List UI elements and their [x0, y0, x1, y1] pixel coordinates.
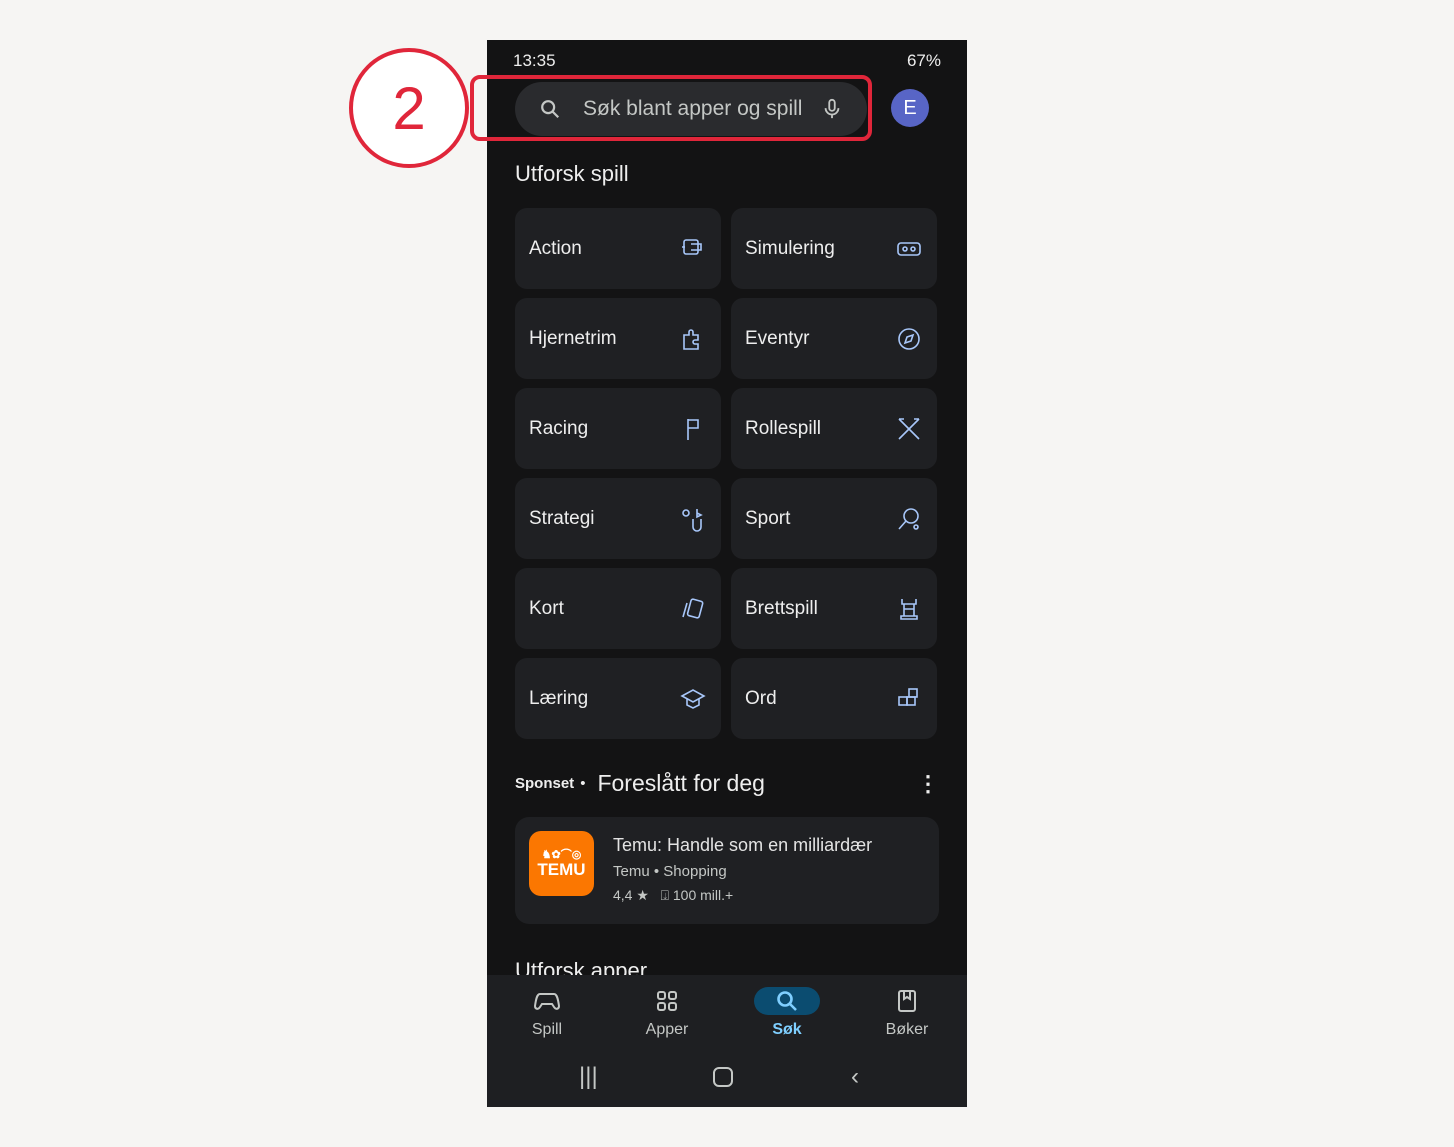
checkered-flag-icon	[687, 418, 699, 440]
status-time: 13:35	[513, 51, 556, 70]
download-icon: ⍗	[660, 887, 669, 903]
nav-spill[interactable]: Spill	[487, 987, 607, 1039]
book-icon	[847, 987, 967, 1015]
category-label: Eventyr	[745, 327, 810, 349]
puzzle-icon	[683, 328, 699, 350]
sponsored-title: Foreslått for deg	[597, 770, 765, 796]
crossed-swords-icon	[898, 417, 920, 440]
category-action[interactable]: Action	[515, 208, 721, 289]
app-downloads: 100 mill.+	[672, 887, 734, 903]
category-brettspill[interactable]: Brettspill	[731, 568, 937, 649]
nav-sok[interactable]: Søk	[727, 987, 847, 1039]
app-card[interactable]: ♞✿⌒◎ TEMU Temu: Handle som en milliardær …	[515, 817, 939, 924]
action-icon	[682, 238, 702, 255]
bottom-nav: Spill Apper Søk Bøker ||| ‹	[487, 975, 967, 1107]
category-label: Ord	[745, 687, 777, 709]
compass-icon	[898, 327, 920, 350]
chess-rook-icon	[900, 598, 918, 620]
category-label: Brettspill	[745, 597, 818, 619]
racket-icon	[898, 507, 919, 530]
category-ord[interactable]: Ord	[731, 658, 937, 739]
home-button[interactable]	[713, 1067, 733, 1087]
category-strategi[interactable]: Strategi	[515, 478, 721, 559]
category-racing[interactable]: Racing	[515, 388, 721, 469]
sponsored-tag: Sponset	[515, 775, 575, 792]
app-category: Shopping	[663, 863, 727, 880]
category-læring[interactable]: Læring	[515, 658, 721, 739]
app-developer: Temu	[613, 863, 650, 880]
search-icon	[754, 987, 820, 1015]
section-title: Utforsk spill	[515, 161, 629, 186]
category-kort[interactable]: Kort	[515, 568, 721, 649]
nav-apper[interactable]: Apper	[607, 987, 727, 1039]
app-rating: 4,4	[613, 887, 633, 903]
more-options-icon[interactable]: ⋮	[917, 772, 939, 795]
category-grid: Action Simulering Hjernetrim Eventyr Racing R…	[515, 208, 938, 739]
category-label: Læring	[529, 687, 589, 709]
category-label: Action	[529, 237, 582, 259]
graduation-cap-icon	[680, 688, 706, 709]
phone-screen: 13:35 67% Søk blant apper og spill E Utf…	[487, 40, 967, 1107]
separator: •	[580, 775, 586, 792]
word-blocks-icon	[898, 687, 918, 706]
sponsored-header: Sponset • Foreslått for deg ⋮	[515, 770, 939, 797]
recent-apps-button[interactable]: |||	[579, 1063, 598, 1091]
category-label: Rollespill	[745, 417, 822, 439]
category-label: Racing	[529, 417, 589, 439]
app-name: Temu: Handle som en milliardær	[613, 835, 873, 855]
category-label: Kort	[529, 597, 564, 619]
nav-boker[interactable]: Bøker	[847, 987, 967, 1039]
highlight-box	[470, 75, 872, 141]
category-rollespill[interactable]: Rollespill	[731, 388, 937, 469]
gamepad-icon	[487, 987, 607, 1015]
category-hjernetrim[interactable]: Hjernetrim	[515, 298, 721, 379]
category-eventyr[interactable]: Eventyr	[731, 298, 937, 379]
step-callout: 2	[349, 48, 469, 168]
apps-grid-icon	[607, 987, 727, 1015]
strategy-icon	[682, 508, 703, 532]
cards-icon	[682, 597, 704, 619]
category-label: Strategi	[529, 507, 595, 529]
category-simulering[interactable]: Simulering	[731, 208, 937, 289]
avatar[interactable]: E	[891, 89, 929, 127]
back-button[interactable]: ‹	[851, 1063, 859, 1091]
category-sport[interactable]: Sport	[731, 478, 937, 559]
temu-logo: ♞✿⌒◎ TEMU	[529, 831, 594, 896]
category-label: Simulering	[745, 237, 835, 259]
category-label: Hjernetrim	[529, 327, 617, 349]
vr-headset-icon	[897, 241, 921, 256]
star-icon: ★	[636, 887, 649, 903]
status-bar: 13:35 67%	[513, 50, 941, 72]
category-label: Sport	[745, 507, 791, 529]
status-battery: 67%	[906, 51, 941, 70]
